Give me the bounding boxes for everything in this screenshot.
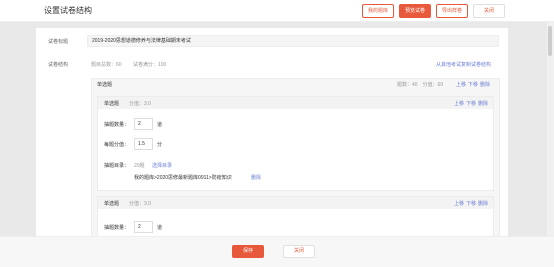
- section-single-choice: 单选题 题数：40 分值：60 上移 下移 删除 单选题 分值：3.0 上移 下…: [91, 78, 500, 246]
- item-delete[interactable]: 删除: [478, 100, 488, 107]
- count-label: 抽题数量：: [104, 225, 130, 231]
- section-move-up[interactable]: 上移: [456, 81, 466, 88]
- item-move-up[interactable]: 上移: [454, 100, 464, 107]
- item-type: 单选题: [104, 101, 120, 107]
- item-header: 单选题 分值：3.0 上移 下移 删除: [98, 97, 493, 109]
- count-label: 抽题数量：: [104, 122, 130, 128]
- item-score-hint: 分值：3.0: [129, 101, 151, 107]
- paper-title-label: 试卷标题: [48, 39, 69, 45]
- scrollbar-thumb[interactable]: [548, 26, 552, 56]
- main-panel: 试卷标题 2019-2020思想道德修养与法律基础期末考试 试卷结构 题目总数：…: [36, 28, 508, 246]
- count-unit: 道: [157, 122, 163, 128]
- total-score: 试卷满分：100: [133, 62, 167, 68]
- footer-bar: 保存 关闭: [0, 236, 554, 267]
- item-header: 单选题 分值：3.0 上移 下移 删除: [98, 197, 493, 209]
- page-header: 设置试卷结构 我的题库 预览试卷 导出样卷 关闭: [0, 0, 554, 22]
- per-score-unit: 分: [157, 142, 163, 148]
- count-input[interactable]: 2: [134, 118, 153, 130]
- count-input[interactable]: 2: [134, 221, 153, 233]
- item-move-down[interactable]: 下移: [466, 200, 476, 207]
- my-question-bank-button[interactable]: 我的题库: [362, 4, 394, 18]
- page-title: 设置试卷结构: [44, 6, 92, 15]
- footer-close-button[interactable]: 关闭: [283, 245, 315, 258]
- item-move-down[interactable]: 下移: [466, 100, 476, 107]
- total-questions: 题目总数：60: [91, 62, 122, 68]
- directory-count: 20题: [134, 163, 145, 169]
- section-stats: 题数：40 分值：60: [397, 82, 444, 88]
- select-directory-link[interactable]: 选择目录: [152, 162, 172, 169]
- item-delete[interactable]: 删除: [478, 200, 488, 207]
- question-rule-item: 单选题 分值：3.0 上移 下移 删除 抽题数量： 2 道 每题分值： 1.5 …: [97, 96, 494, 191]
- section-delete[interactable]: 删除: [480, 81, 490, 88]
- section-move-down[interactable]: 下移: [468, 81, 478, 88]
- preview-paper-button[interactable]: 预览试卷: [399, 4, 431, 18]
- export-sample-button[interactable]: 导出样卷: [436, 4, 468, 18]
- copy-structure-link[interactable]: 从其他考试复制试卷结构: [436, 61, 491, 68]
- per-score-label: 每题分值：: [104, 142, 130, 148]
- directory-delete-link[interactable]: 删除: [251, 174, 261, 181]
- page-scrollbar[interactable]: [547, 22, 554, 236]
- directory-label: 抽题目录：: [104, 163, 130, 169]
- item-type: 单选题: [104, 201, 120, 207]
- directory-path: 我的题库>2020思修最新题库0911>防疫知识: [134, 175, 232, 181]
- count-unit: 道: [157, 225, 163, 231]
- close-button[interactable]: 关闭: [473, 4, 505, 18]
- paper-title-input[interactable]: 2019-2020思想道德修养与法律基础期末考试: [87, 35, 499, 47]
- per-score-input[interactable]: 1.5: [134, 138, 153, 150]
- paper-structure-label: 试卷结构: [48, 62, 69, 68]
- item-score-hint: 分值：3.0: [129, 201, 151, 207]
- item-move-up[interactable]: 上移: [454, 200, 464, 207]
- save-button[interactable]: 保存: [232, 245, 264, 258]
- section-name: 单选题: [97, 82, 113, 88]
